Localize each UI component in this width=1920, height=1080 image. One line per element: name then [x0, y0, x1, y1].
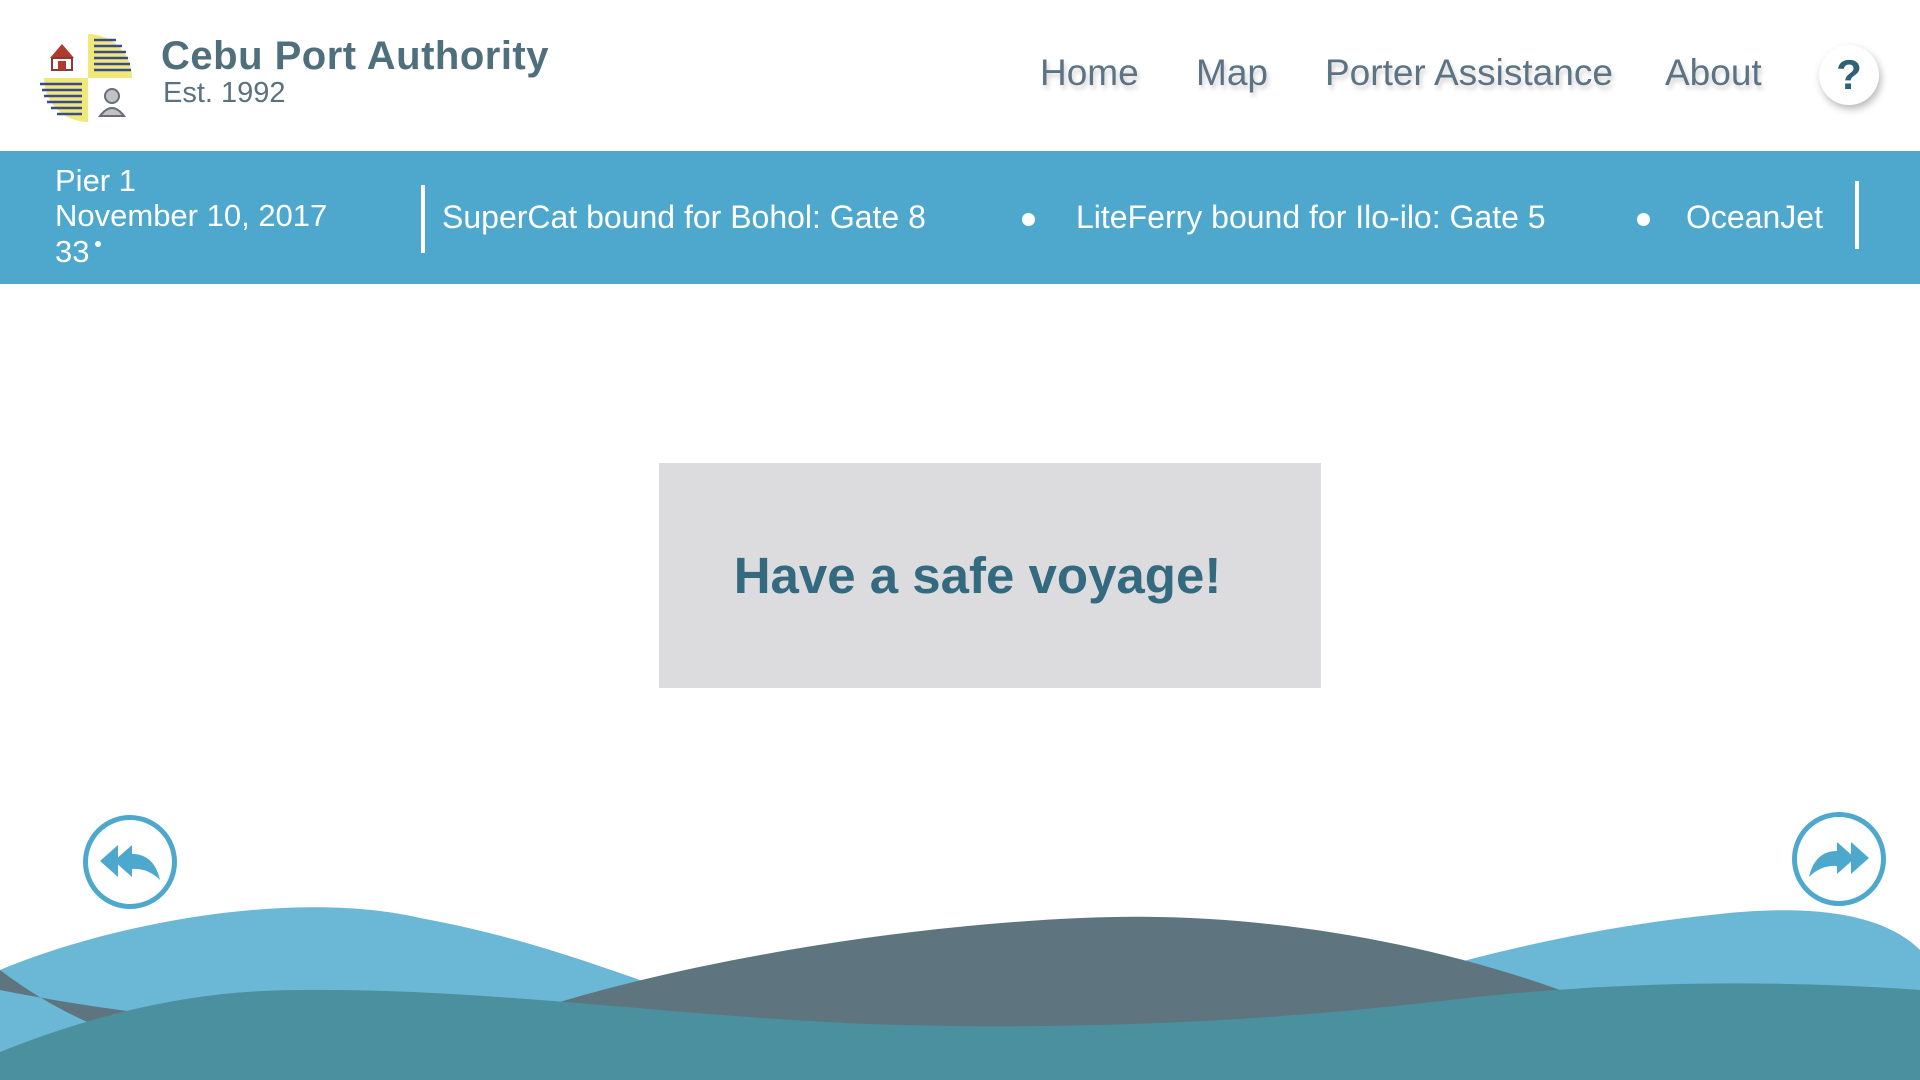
bullet-separator — [1637, 213, 1650, 226]
logo-emblem — [40, 34, 132, 122]
bullet-separator — [1022, 213, 1035, 226]
nav-home[interactable]: Home — [1040, 52, 1139, 94]
port-authority-logo[interactable] — [36, 26, 140, 130]
divider — [421, 185, 425, 253]
degree-icon — [95, 241, 101, 247]
brand-established: Est. 1992 — [163, 77, 286, 109]
header: Cebu Port Authority Est. 1992 Home Map P… — [0, 0, 1920, 151]
farewell-message: Have a safe voyage! — [733, 547, 1222, 604]
ticker-item: SuperCat bound for Bohol: Gate 8 — [442, 199, 926, 235]
temperature: 33 — [55, 234, 90, 269]
brand-title: Cebu Port Authority — [161, 34, 549, 78]
waves-decoration — [0, 907, 1920, 1080]
ticker-item: LiteFerry bound for Ilo-ilo: Gate 5 — [1076, 199, 1546, 235]
departure-ticker: SuperCat bound for Bohol: Gate 8 LiteFer… — [442, 199, 1836, 243]
question-mark-icon: ? — [1836, 51, 1862, 98]
info-bar: Pier 1 November 10, 2017 33 SuperCat bou… — [0, 151, 1920, 284]
divider — [1855, 181, 1859, 249]
help-button[interactable]: ? — [1819, 45, 1879, 105]
nav-map[interactable]: Map — [1196, 52, 1268, 94]
message-panel: Have a safe voyage! — [659, 463, 1321, 688]
nav-about[interactable]: About — [1665, 52, 1762, 94]
ticker-item: OceanJet — [1686, 199, 1823, 235]
nav-porter-assistance[interactable]: Porter Assistance — [1325, 52, 1613, 94]
pier-label: Pier 1 — [55, 163, 136, 198]
current-date: November 10, 2017 — [55, 198, 328, 233]
